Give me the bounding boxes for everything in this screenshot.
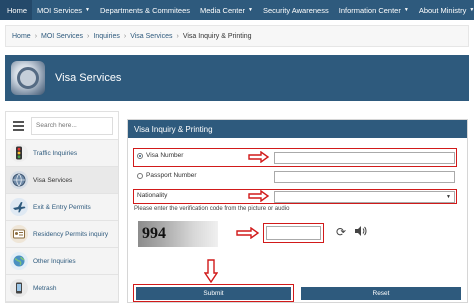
arrow-right-icon [236, 227, 260, 239]
sidebar-item-label: Metrash [33, 284, 57, 292]
sidebar-item-label: Residency Permits inquiry [33, 230, 109, 238]
chevron-down-icon: ▼ [85, 7, 90, 13]
passport-number-radio[interactable] [137, 172, 143, 179]
traffic-light-icon [10, 144, 28, 162]
visa-globe-icon [10, 171, 28, 189]
airplane-icon [10, 198, 28, 216]
top-nav: Home MOI Services ▼ Departments & Commite… [0, 0, 474, 20]
sidebar-item-label: Traffic Inquiries [33, 149, 78, 157]
chevron-down-icon: ▼ [469, 7, 474, 13]
arrow-right-icon [248, 151, 270, 163]
sidebar: Traffic Inquiries Visa Services Exit & E… [5, 111, 119, 303]
captcha-input[interactable] [266, 226, 321, 240]
breadcrumb-inquiries[interactable]: Inquiries [93, 33, 119, 40]
sidebar-item-residency-permits[interactable]: Residency Permits inquiry [6, 221, 118, 248]
captcha-image: 994 [138, 221, 218, 247]
nationality-select[interactable]: ▼ [274, 191, 455, 203]
arrow-right-icon [248, 190, 270, 202]
passport-number-option[interactable]: Passport Number [137, 172, 197, 179]
breadcrumb-visa-services[interactable]: Visa Services [130, 33, 172, 40]
visa-inquiry-panel: Visa Inquiry & Printing Visa Number Pass… [127, 119, 468, 303]
submit-button[interactable]: Submit [136, 287, 291, 300]
visa-number-radio[interactable] [137, 152, 143, 159]
verification-note: Please enter the verification code from … [134, 206, 290, 212]
nationality-label: Nationality [137, 192, 168, 199]
nav-moi-services-label: MOI Services [37, 5, 83, 15]
sidebar-search-row [6, 112, 118, 140]
chevron-down-icon: ▼ [403, 7, 409, 13]
hamburger-menu-icon[interactable] [9, 117, 27, 135]
nav-departments-label: Departments & Commitees [99, 5, 191, 15]
page-title: Visa Services [55, 72, 122, 84]
nav-departments[interactable]: Departments & Commitees [95, 0, 195, 20]
nav-information-center-label: Information Center [338, 5, 401, 15]
sidebar-item-exit-entry-permits[interactable]: Exit & Entry Permits [6, 194, 118, 221]
audio-speaker-icon[interactable] [354, 225, 367, 237]
nav-about-ministry[interactable]: About Ministry ▼ [414, 0, 474, 20]
panel-title: Visa Inquiry & Printing [128, 120, 467, 138]
residency-card-icon [10, 225, 28, 243]
breadcrumb-home[interactable]: Home [12, 33, 31, 40]
sidebar-item-metrash[interactable]: Metrash [6, 275, 118, 302]
globe-icon [10, 252, 28, 270]
sidebar-item-label: Other Inquiries [33, 257, 76, 265]
nav-media-center-label: Media Center [200, 5, 246, 15]
nav-security-awareness-label: Security Awareness [263, 5, 329, 15]
nav-home[interactable]: Home [0, 0, 33, 20]
chevron-down-icon: ▼ [446, 194, 451, 200]
nav-about-ministry-label: About Ministry [418, 5, 467, 15]
refresh-icon[interactable]: ⟳ [336, 225, 346, 239]
reset-button[interactable]: Reset [301, 287, 461, 300]
breadcrumb-current: Visa Inquiry & Printing [182, 32, 252, 40]
visa-services-logo-icon [11, 61, 45, 95]
nav-media-center[interactable]: Media Center ▼ [195, 0, 258, 20]
sidebar-item-label: Exit & Entry Permits [33, 203, 91, 211]
sidebar-item-visa-services[interactable]: Visa Services [6, 167, 118, 194]
visa-number-input[interactable] [274, 152, 455, 164]
page-header: Visa Services [5, 55, 469, 101]
arrow-down-icon [204, 259, 218, 283]
nav-security-awareness[interactable]: Security Awareness [258, 0, 334, 20]
sidebar-item-label: Visa Services [33, 176, 73, 184]
breadcrumb: Home › MOI Services › Inquiries › Visa Serv… [5, 25, 469, 47]
visa-number-label: Visa Number [146, 152, 184, 159]
sidebar-search-input[interactable] [31, 116, 113, 135]
passport-number-input[interactable] [274, 171, 455, 183]
visa-number-option[interactable]: Visa Number [137, 152, 183, 159]
breadcrumb-moi-services[interactable]: MOI Services [41, 33, 83, 40]
chevron-down-icon: ▼ [248, 7, 253, 13]
passport-number-label: Passport Number [146, 172, 197, 179]
nav-moi-services[interactable]: MOI Services ▼ [32, 0, 95, 20]
phone-icon [10, 279, 28, 297]
sidebar-item-other-inquiries[interactable]: Other Inquiries [6, 248, 118, 275]
nav-information-center[interactable]: Information Center ▼ [334, 0, 414, 20]
nav-home-label: Home [7, 5, 28, 15]
sidebar-item-traffic-inquiries[interactable]: Traffic Inquiries [6, 140, 118, 167]
